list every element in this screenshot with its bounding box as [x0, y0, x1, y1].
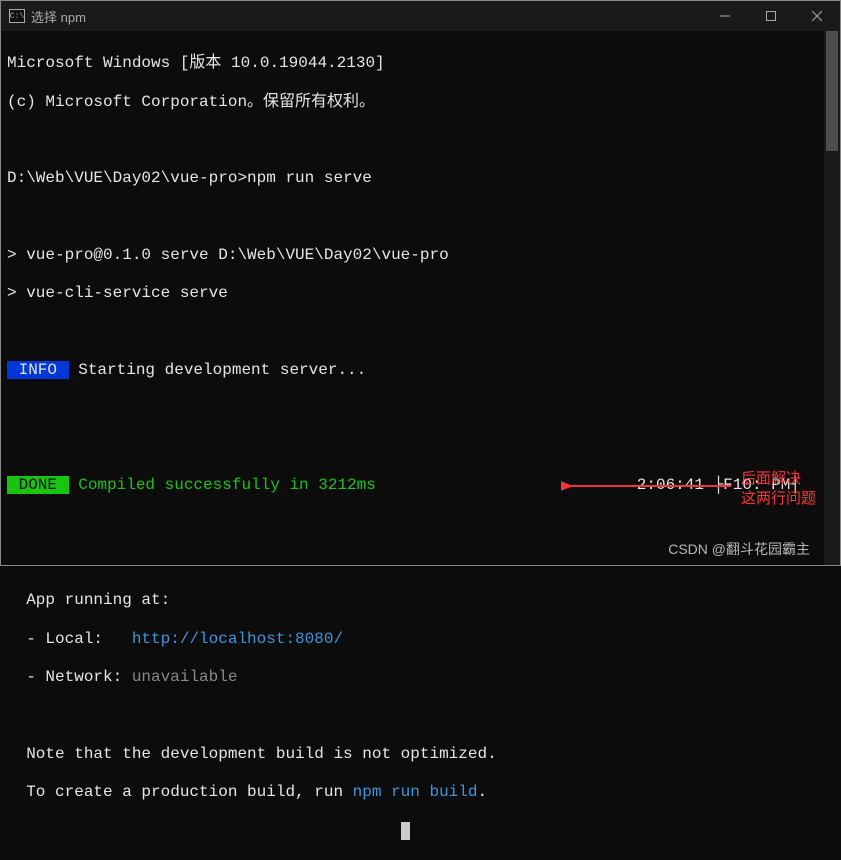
prompt-path: D:\Web\VUE\Day02\vue-pro> — [7, 169, 247, 187]
close-button[interactable] — [794, 1, 840, 31]
blank-line — [7, 515, 834, 534]
maximize-button[interactable] — [748, 1, 794, 31]
note-line-2: To create a production build, run npm ru… — [7, 783, 834, 802]
network-value: unavailable — [132, 668, 238, 686]
local-url-line: - Local: http://localhost:8080/ — [7, 630, 834, 649]
app-running-line: App running at: — [7, 591, 834, 610]
os-version-line: Microsoft Windows [版本 10.0.19044.2130] — [7, 54, 834, 73]
blank-line — [7, 208, 834, 227]
info-badge: INFO — [7, 361, 69, 379]
info-line: INFO Starting development server... — [7, 361, 834, 380]
annotation-text: 后面解决 这两行问题 — [741, 469, 816, 508]
npm-script-line: > vue-pro@0.1.0 serve D:\Web\VUE\Day02\v… — [7, 246, 834, 265]
window-title: 选择 npm — [31, 7, 702, 26]
network-label: - Network: — [7, 668, 132, 686]
window-controls — [702, 1, 840, 31]
blank-line — [7, 438, 834, 457]
blank-line — [7, 323, 834, 342]
local-label: - Local: — [7, 630, 132, 648]
annotation-line-2: 这两行问题 — [741, 489, 816, 509]
info-text: Starting development server... — [69, 361, 367, 379]
command-text: npm run serve — [247, 169, 372, 187]
window-icon: C:\ — [9, 9, 25, 23]
window-titlebar: C:\ 选择 npm — [1, 1, 840, 31]
blank-line — [7, 707, 834, 726]
local-url[interactable]: http://localhost:8080/ — [132, 630, 343, 648]
done-text: Compiled successfully in 3212ms — [69, 476, 376, 494]
terminal-output[interactable]: Microsoft Windows [版本 10.0.19044.2130] (… — [1, 31, 840, 565]
scrollbar[interactable] — [824, 31, 840, 565]
annotation-line-1: 后面解决 — [741, 469, 816, 489]
copyright-line: (c) Microsoft Corporation。保留所有权利。 — [7, 93, 834, 112]
note2-prefix: To create a production build, run — [7, 783, 353, 801]
network-line: - Network: unavailable — [7, 668, 834, 687]
scrollbar-thumb[interactable] — [826, 31, 838, 151]
watermark: CSDN @翻斗花园霸主 — [668, 539, 810, 559]
note-line-1: Note that the development build is not o… — [7, 745, 834, 764]
prompt-line: D:\Web\VUE\Day02\vue-pro>npm run serve — [7, 169, 834, 188]
blank-line — [7, 131, 834, 150]
cursor-line — [7, 822, 834, 841]
blank-line — [7, 400, 834, 419]
cursor — [401, 822, 410, 840]
vue-cli-line: > vue-cli-service serve — [7, 284, 834, 303]
minimize-button[interactable] — [702, 1, 748, 31]
npm-build-cmd: npm run build — [353, 783, 478, 801]
done-line: DONE Compiled successfully in 3212ms2:06… — [7, 476, 834, 495]
done-badge: DONE — [7, 476, 69, 494]
note2-suffix: . — [477, 783, 487, 801]
